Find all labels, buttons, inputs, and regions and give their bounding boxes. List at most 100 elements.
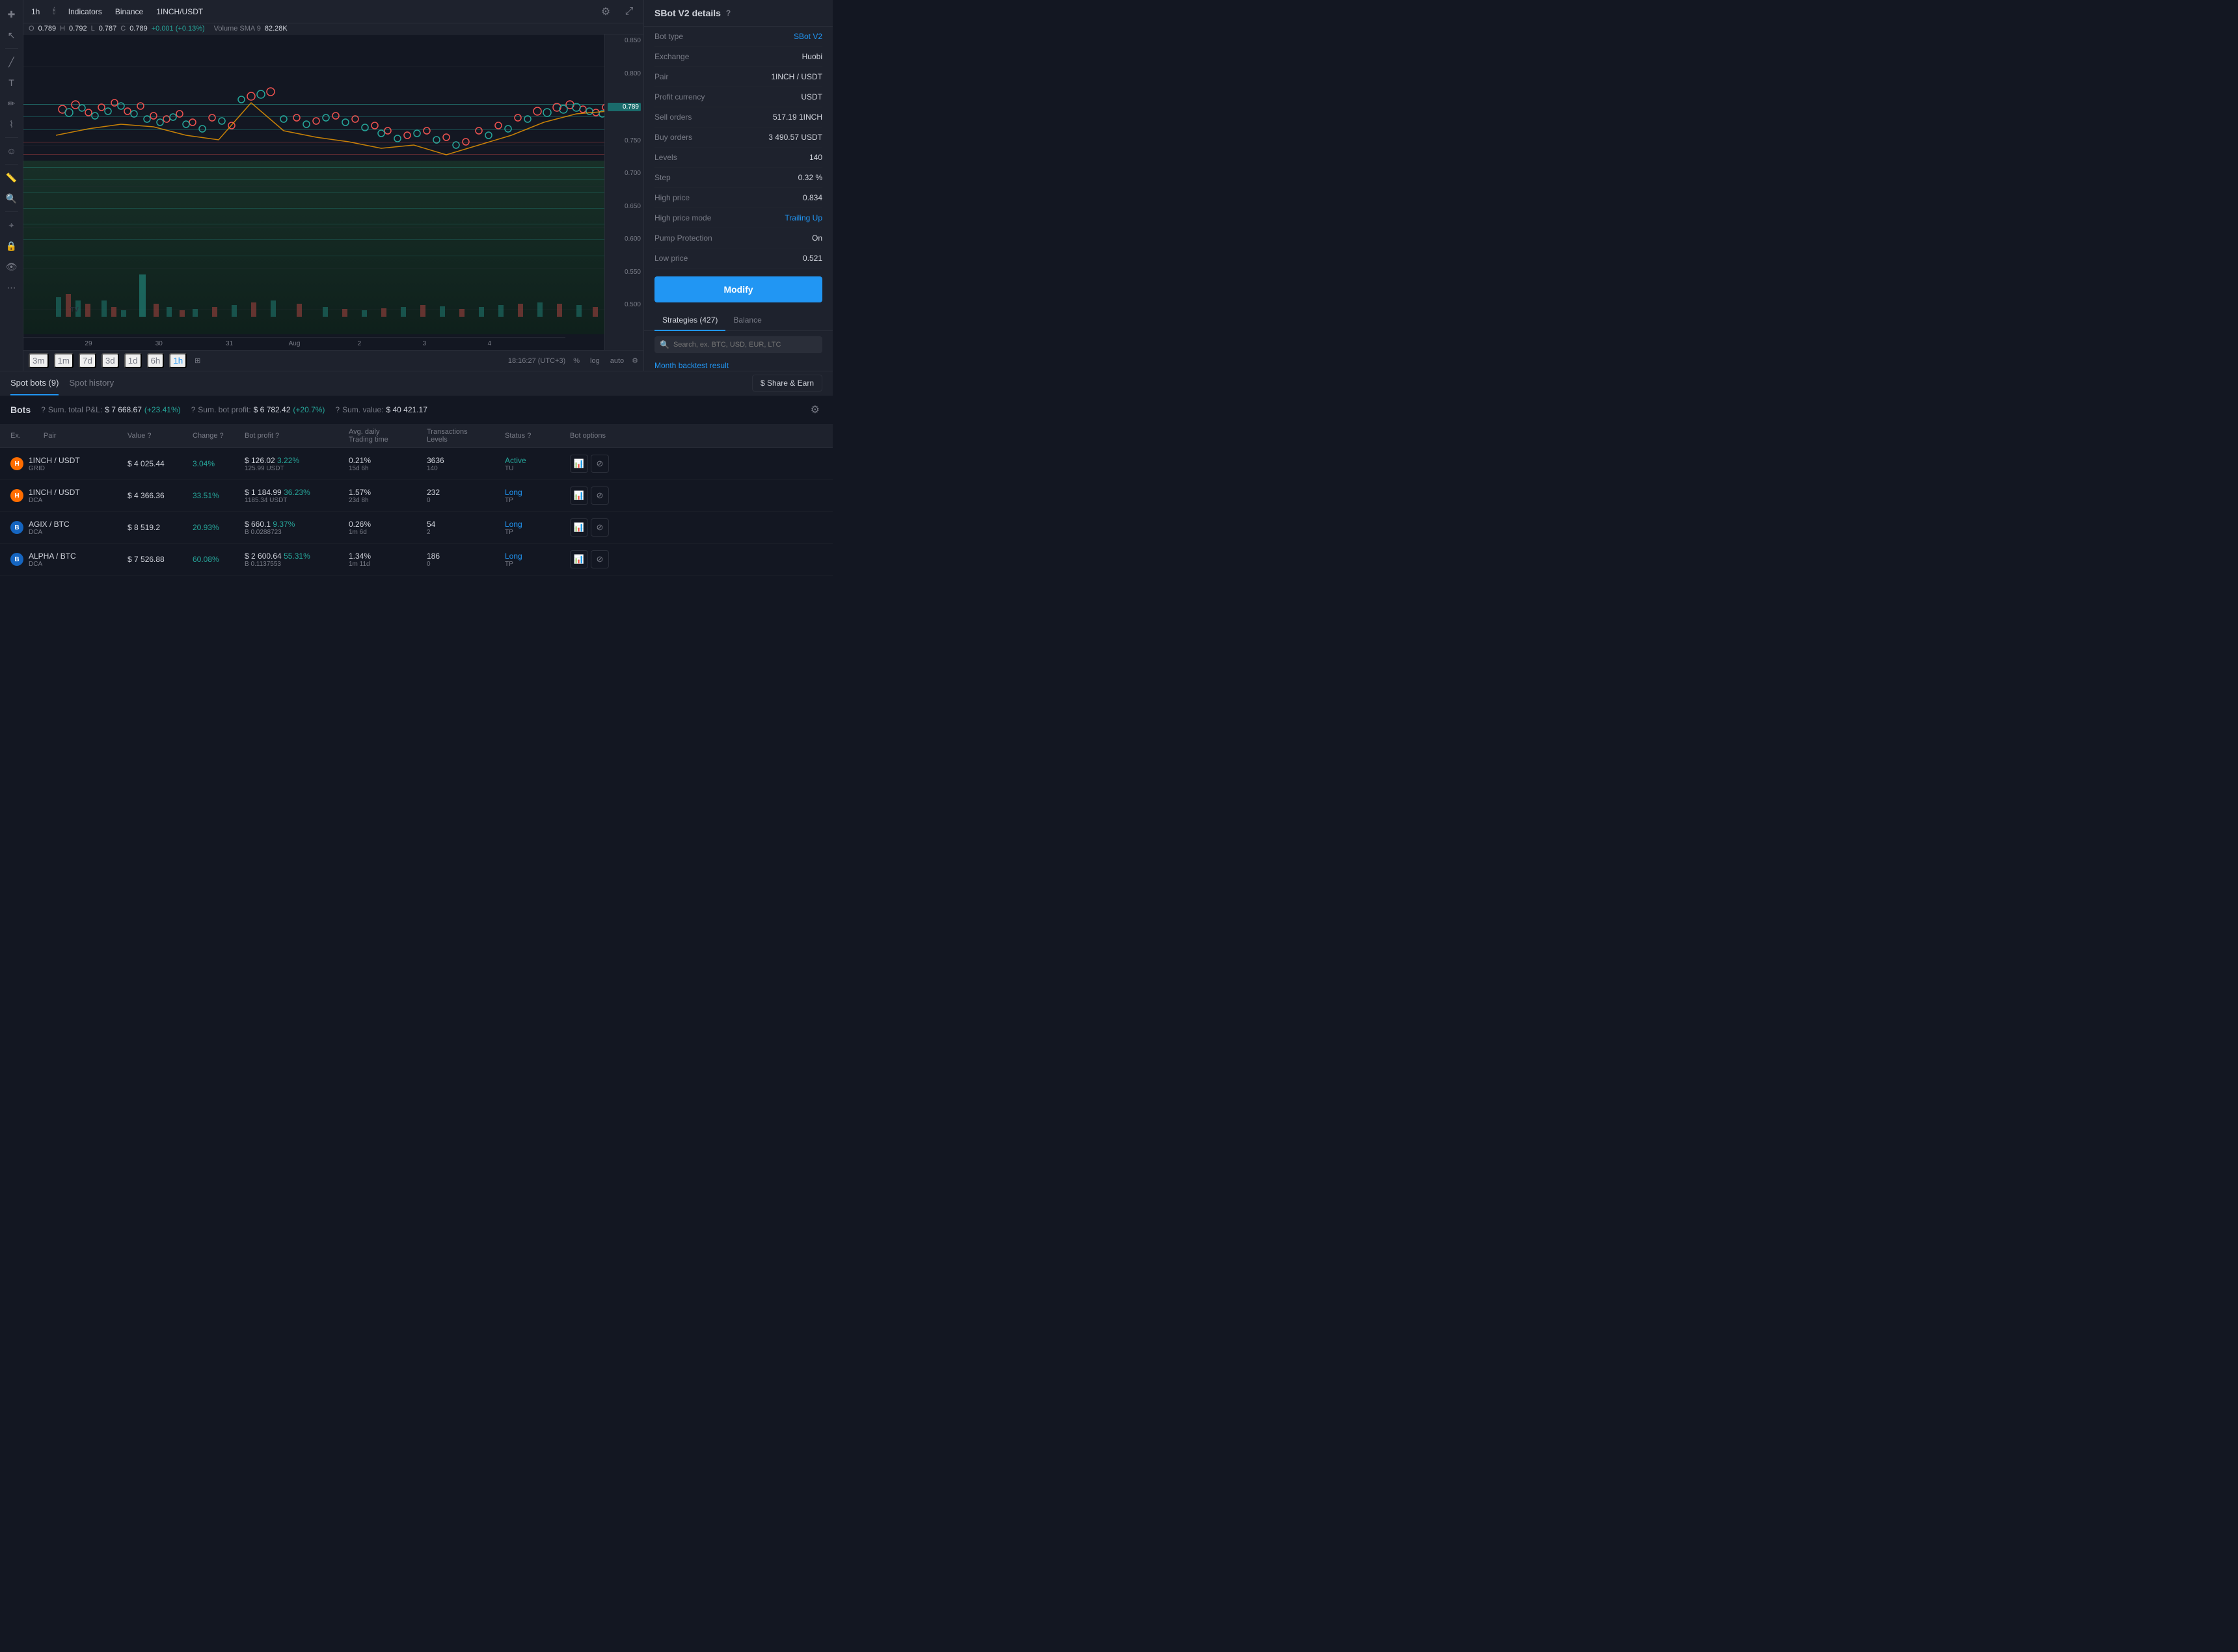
help-status-th[interactable]: ?	[527, 432, 531, 440]
tab-balance[interactable]: Balance	[725, 310, 769, 331]
magnet-tool[interactable]: ⌖	[3, 216, 21, 234]
emoji-tool[interactable]: ☺	[3, 142, 21, 160]
chart-type-btn[interactable]: 🕯	[50, 5, 57, 18]
tx-cell: 232 0	[427, 488, 505, 504]
trading-time: 23d 8h	[349, 497, 427, 504]
table-row: H 1INCH / USDT DCA $ 4 366.36 33.51% $ 1…	[0, 480, 833, 512]
detail-exchange-label: Exchange	[654, 52, 689, 61]
eye-tool[interactable]: 👁	[3, 258, 21, 276]
status-text: Long	[505, 552, 522, 561]
stop-button[interactable]: ⊘	[591, 486, 609, 505]
exchange-label[interactable]: Binance	[113, 6, 146, 18]
timeframe-1h[interactable]: 1h	[169, 353, 187, 368]
bots-header: Bots ? Sum. total P&L: $ 7 668.67 (+23.4…	[0, 395, 833, 424]
stop-button[interactable]: ⊘	[591, 518, 609, 537]
timeframe-7d[interactable]: 7d	[79, 353, 96, 368]
status-sub: TP	[505, 497, 513, 504]
stats-button[interactable]: 📊	[570, 550, 588, 568]
help-value-th[interactable]: ?	[147, 432, 151, 440]
backtest-month: Month	[654, 361, 676, 370]
search-input[interactable]	[673, 341, 817, 349]
detail-profit-currency: Profit currency USDT	[654, 87, 822, 107]
stats-button[interactable]: 📊	[570, 455, 588, 473]
indicators-btn[interactable]: Indicators	[66, 6, 105, 18]
search-box[interactable]: 🔍	[654, 336, 822, 353]
auto-mode[interactable]: auto	[608, 356, 627, 366]
price-tick-600: 0.600	[608, 235, 641, 243]
exchange-logo: B	[10, 521, 23, 534]
profit-main: $ 1 184.99 36.23%	[245, 488, 349, 497]
timeframe-1d[interactable]: 1d	[124, 353, 142, 368]
line-tool[interactable]: ╱	[3, 53, 21, 71]
help-value-icon[interactable]: ?	[335, 405, 340, 414]
settings-icon-bottom[interactable]: ⚙	[632, 356, 638, 365]
stat-bot-profit: ? Sum. bot profit: $ 6 782.42 (+20.7%)	[191, 405, 325, 414]
zoom-tool[interactable]: 🔍	[3, 189, 21, 207]
help-profit-th[interactable]: ?	[275, 432, 279, 440]
tab-spot-bots[interactable]: Spot bots (9)	[10, 371, 59, 395]
tab-strategies[interactable]: Strategies (427)	[654, 310, 725, 331]
th-transactions: TransactionsLevels	[427, 428, 505, 444]
log-mode[interactable]: log	[587, 356, 602, 366]
detail-levels-value: 140	[809, 153, 822, 162]
help-profit-icon[interactable]: ?	[191, 405, 196, 414]
more-tools[interactable]: ⋯	[3, 278, 21, 297]
pattern-tool[interactable]: ⌇	[3, 115, 21, 133]
text-tool[interactable]: T	[3, 73, 21, 92]
percent-mode[interactable]: %	[571, 356, 582, 366]
help-icon[interactable]: ?	[726, 8, 731, 18]
tx-levels: 140	[427, 465, 505, 472]
bot-profit-cell: $ 660.1 9.37% B 0.0288723	[245, 520, 349, 536]
fullscreen-icon[interactable]: ⤢	[620, 3, 638, 21]
share-earn-button[interactable]: $ Share & Earn	[752, 375, 822, 392]
stop-button[interactable]: ⊘	[591, 550, 609, 568]
pair-info: AGIX / BTC DCA	[29, 520, 70, 536]
candlestick-chart	[23, 34, 604, 271]
price-tick-850: 0.850	[608, 37, 641, 44]
stats-button[interactable]: 📊	[570, 518, 588, 537]
close-value: 0.789	[129, 25, 148, 33]
panel-title: SBot V2 details ?	[644, 0, 833, 27]
lock-tool[interactable]: 🔒	[3, 237, 21, 255]
pair-label[interactable]: 1INCH/USDT	[154, 6, 206, 18]
settings-icon[interactable]: ⚙	[597, 3, 615, 21]
detail-buy-orders: Buy orders 3 490.57 USDT	[654, 127, 822, 148]
th-avg-daily: Avg. dailyTrading time	[349, 428, 427, 444]
toolbar-separator-4	[5, 211, 18, 212]
stop-button[interactable]: ⊘	[591, 455, 609, 473]
timeframe-1m[interactable]: 1m	[54, 353, 74, 368]
status-sub: TP	[505, 561, 513, 568]
timeframe-6h[interactable]: 6h	[147, 353, 165, 368]
price-bar: O 0.789 H 0.792 L 0.787 C 0.789 +0.001 (…	[23, 23, 643, 34]
bot-change: 60.08%	[193, 555, 245, 564]
profit-sub: B 0.1137553	[245, 561, 349, 568]
ruler-tool[interactable]: 📏	[3, 168, 21, 187]
timeframe-3d[interactable]: 3d	[101, 353, 119, 368]
stats-button[interactable]: 📊	[570, 486, 588, 505]
chart-canvas-area: TV 29 30 31 Aug 2 3 4	[23, 34, 604, 350]
help-pnl-icon[interactable]: ?	[41, 405, 46, 414]
compare-icon[interactable]: ⊞	[195, 356, 200, 365]
cursor-tool[interactable]: ↖	[3, 26, 21, 44]
drawing-tool[interactable]: ✏	[3, 94, 21, 113]
crosshair-tool[interactable]: ✚	[3, 5, 21, 23]
bot-value: $ 4 366.36	[128, 491, 193, 500]
left-toolbar: ✚ ↖ ╱ T ✏ ⌇ ☺ 📏 🔍 ⌖ 🔒 👁 ⋯	[0, 0, 23, 371]
bot-change: 33.51%	[193, 491, 245, 500]
bot-value: $ 4 025.44	[128, 459, 193, 468]
chart-main[interactable]: TV 29 30 31 Aug 2 3 4 0.850 0.800 0.789 …	[23, 34, 643, 350]
timeframe-3m[interactable]: 3m	[29, 353, 49, 368]
th-bot-profit: Bot profit ?	[245, 428, 349, 444]
detail-sell-orders: Sell orders 517.19 1INCH	[654, 107, 822, 127]
price-axis: 0.850 0.800 0.789 0.750 0.700 0.650 0.60…	[604, 34, 643, 350]
detail-exchange: Exchange Huobi	[654, 47, 822, 67]
detail-high-price-value: 0.834	[803, 193, 822, 202]
timeframe-label[interactable]: 1h	[29, 6, 42, 18]
avg-daily: 0.21%	[349, 456, 427, 465]
modify-button[interactable]: Modify	[654, 276, 822, 302]
price-tick-800: 0.800	[608, 70, 641, 77]
tab-spot-history[interactable]: Spot history	[69, 371, 114, 395]
filter-button[interactable]: ⚙	[808, 401, 822, 419]
bot-value: $ 8 519.2	[128, 523, 193, 532]
help-change-th[interactable]: ?	[220, 432, 224, 440]
